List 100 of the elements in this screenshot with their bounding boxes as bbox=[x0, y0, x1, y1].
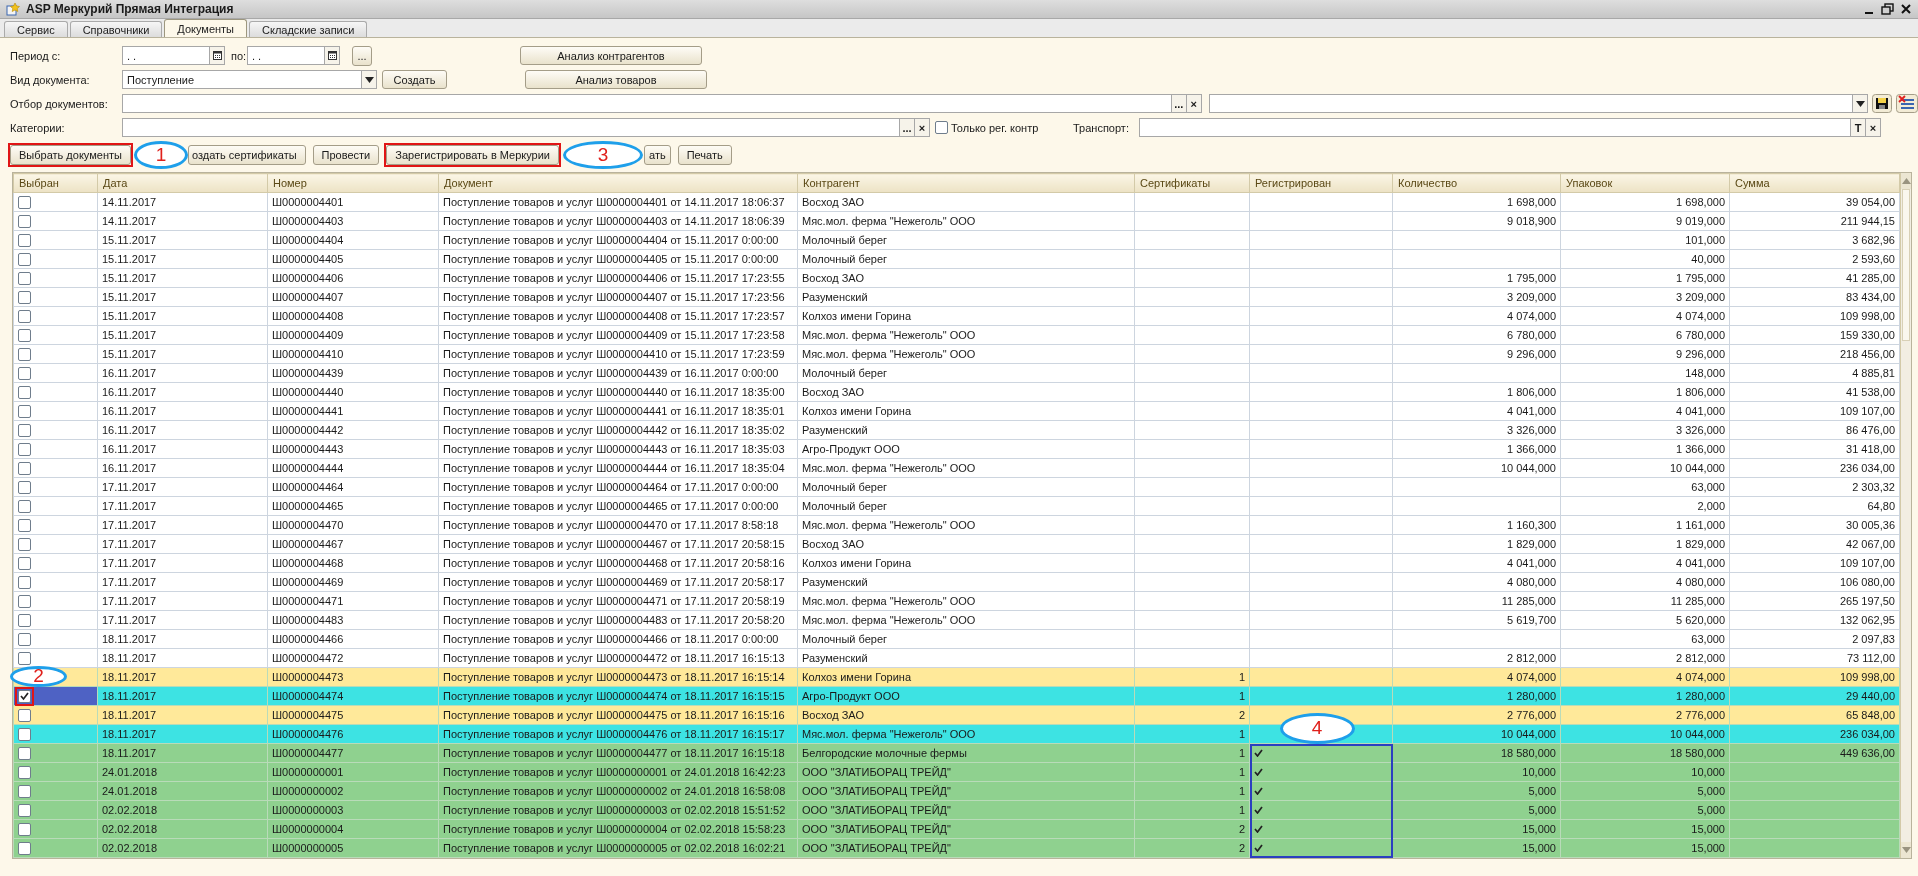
analysis-button[interactable]: Анализ контрагентов bbox=[520, 46, 702, 65]
calendar-icon[interactable] bbox=[327, 51, 337, 60]
field-button[interactable]: ... bbox=[1170, 95, 1186, 112]
scrollbar-thumb[interactable] bbox=[1902, 189, 1910, 341]
checkbox[interactable] bbox=[18, 632, 31, 646]
checkbox[interactable] bbox=[18, 290, 31, 304]
table-cell: 15.11.2017 bbox=[97, 230, 268, 250]
table-cell: 1 280,000 bbox=[1560, 686, 1730, 706]
column-header[interactable]: Регистрирован bbox=[1249, 173, 1393, 193]
checkbox[interactable] bbox=[18, 442, 31, 456]
analysis-button[interactable]: Анализ товаров bbox=[525, 70, 707, 89]
checkbox[interactable] bbox=[18, 841, 31, 855]
scroll-up-icon[interactable] bbox=[1901, 178, 1911, 184]
tab[interactable]: Сервис bbox=[4, 21, 68, 37]
dropdown-field[interactable] bbox=[1208, 94, 1869, 113]
toolbar-button[interactable]: Зарегистрировать в Меркурии bbox=[386, 145, 560, 165]
table-cell: Ш0000004439 bbox=[267, 363, 439, 383]
calendar-icon[interactable] bbox=[212, 51, 222, 60]
checkbox[interactable] bbox=[18, 423, 31, 437]
tab[interactable]: Справочники bbox=[69, 21, 163, 37]
checkbox[interactable] bbox=[18, 594, 31, 608]
checkbox[interactable] bbox=[18, 499, 31, 513]
checkbox[interactable] bbox=[18, 366, 31, 380]
checkbox[interactable] bbox=[18, 214, 31, 228]
checkbox[interactable] bbox=[935, 121, 948, 134]
column-header[interactable]: Контрагент bbox=[797, 173, 1135, 193]
checkbox[interactable] bbox=[18, 613, 31, 627]
column-header[interactable]: Документ bbox=[438, 173, 798, 193]
save-icon[interactable] bbox=[1872, 94, 1893, 113]
column-header[interactable]: Дата bbox=[97, 173, 268, 193]
column-header[interactable]: Выбран bbox=[13, 173, 98, 193]
table-cell: ООО "ЗЛАТИБОРАЦ ТРЕЙД" bbox=[797, 838, 1135, 858]
period-button[interactable]: ... bbox=[352, 45, 372, 66]
checkbox[interactable] bbox=[18, 328, 31, 342]
toolbar-button[interactable]: Выбрать документы bbox=[10, 145, 131, 165]
column-header[interactable]: Сертификаты bbox=[1134, 173, 1250, 193]
tab[interactable]: Складские записи bbox=[249, 21, 368, 37]
column-header[interactable]: Упаковок bbox=[1560, 173, 1730, 193]
tab[interactable]: Документы bbox=[164, 19, 247, 37]
toolbar-button[interactable]: оздать сертификаты bbox=[187, 145, 306, 165]
checkbox[interactable] bbox=[18, 575, 31, 589]
table-cell: Поступление товаров и услуг Ш0000004475 от 18.11.2017 16:15:16 bbox=[438, 705, 798, 725]
toolbar-button[interactable]: Печать bbox=[677, 145, 732, 165]
checkbox[interactable] bbox=[18, 233, 31, 247]
close-icon[interactable] bbox=[1900, 3, 1912, 15]
input-field[interactable]: ... × bbox=[122, 118, 930, 137]
checkbox[interactable] bbox=[18, 708, 31, 722]
field-button[interactable]: × bbox=[1865, 119, 1880, 136]
checkbox[interactable] bbox=[18, 195, 31, 209]
scrollbar-track[interactable] bbox=[1900, 173, 1911, 858]
field-button[interactable]: T bbox=[1850, 119, 1865, 136]
checkbox[interactable] bbox=[18, 480, 31, 494]
table-cell: Разуменский bbox=[797, 648, 1135, 668]
table-cell: Поступление товаров и услуг Ш0000004439 от 16.11.2017 0:00:00 bbox=[438, 363, 798, 383]
checkbox[interactable] bbox=[18, 822, 31, 836]
column-header[interactable]: Количество bbox=[1392, 173, 1561, 193]
column-header[interactable]: Сумма bbox=[1729, 173, 1900, 193]
table-cell: Ш0000004442 bbox=[267, 420, 439, 440]
checkbox[interactable] bbox=[18, 765, 31, 779]
checkbox[interactable] bbox=[18, 461, 31, 475]
checkbox[interactable] bbox=[18, 537, 31, 551]
create-button[interactable]: Создать bbox=[382, 70, 447, 89]
checkbox[interactable] bbox=[18, 309, 31, 323]
table-cell: Поступление товаров и услуг Ш0000000005 от 02.02.2018 16:02:21 bbox=[438, 838, 798, 858]
dropdown-arrow-icon[interactable] bbox=[364, 76, 374, 83]
date-field[interactable]: . . bbox=[247, 46, 340, 65]
restore-icon[interactable] bbox=[1881, 3, 1894, 15]
input-field[interactable]: T × bbox=[1139, 118, 1881, 137]
checkbox[interactable] bbox=[18, 518, 31, 532]
field-button[interactable]: × bbox=[914, 119, 929, 136]
table-cell: 218 456,00 bbox=[1729, 344, 1900, 364]
table-cell: 109 107,00 bbox=[1729, 401, 1900, 421]
clear-list-icon[interactable] bbox=[1896, 94, 1918, 113]
checkbox[interactable] bbox=[18, 347, 31, 361]
checkbox[interactable] bbox=[18, 385, 31, 399]
field-button[interactable]: ... bbox=[899, 119, 914, 136]
table-cell: Поступление товаров и услуг Ш0000004410 от 15.11.2017 17:23:59 bbox=[438, 344, 798, 364]
column-header[interactable]: Номер bbox=[267, 173, 439, 193]
toolbar-button[interactable]: Провести bbox=[312, 145, 380, 165]
checkbox[interactable] bbox=[18, 404, 31, 418]
date-field[interactable]: . . bbox=[122, 46, 225, 65]
dropdown-arrow-icon[interactable] bbox=[1855, 100, 1865, 107]
toolbar-button[interactable]: ать bbox=[644, 145, 671, 165]
table-cell: 4 074,000 bbox=[1560, 306, 1730, 326]
checkbox[interactable] bbox=[18, 727, 31, 741]
table-cell: 29 440,00 bbox=[1729, 686, 1900, 706]
checkbox[interactable] bbox=[18, 803, 31, 817]
checkbox[interactable] bbox=[18, 746, 31, 760]
table-cell: 1 829,000 bbox=[1392, 534, 1561, 554]
checkbox[interactable] bbox=[18, 556, 31, 570]
table-cell: 1 366,000 bbox=[1392, 439, 1561, 459]
scroll-down-icon[interactable] bbox=[1901, 847, 1911, 853]
table-cell: Мяс.мол. ферма "Нежеголь" ООО bbox=[797, 211, 1135, 231]
table-cell: Восход ЗАО bbox=[797, 382, 1135, 402]
checkbox[interactable] bbox=[18, 252, 31, 266]
checkbox[interactable] bbox=[18, 271, 31, 285]
checkbox[interactable] bbox=[18, 651, 31, 665]
dropdown-field[interactable]: Поступление bbox=[122, 70, 377, 89]
checkbox[interactable] bbox=[18, 784, 31, 798]
input-field[interactable]: ... × bbox=[121, 94, 1202, 113]
